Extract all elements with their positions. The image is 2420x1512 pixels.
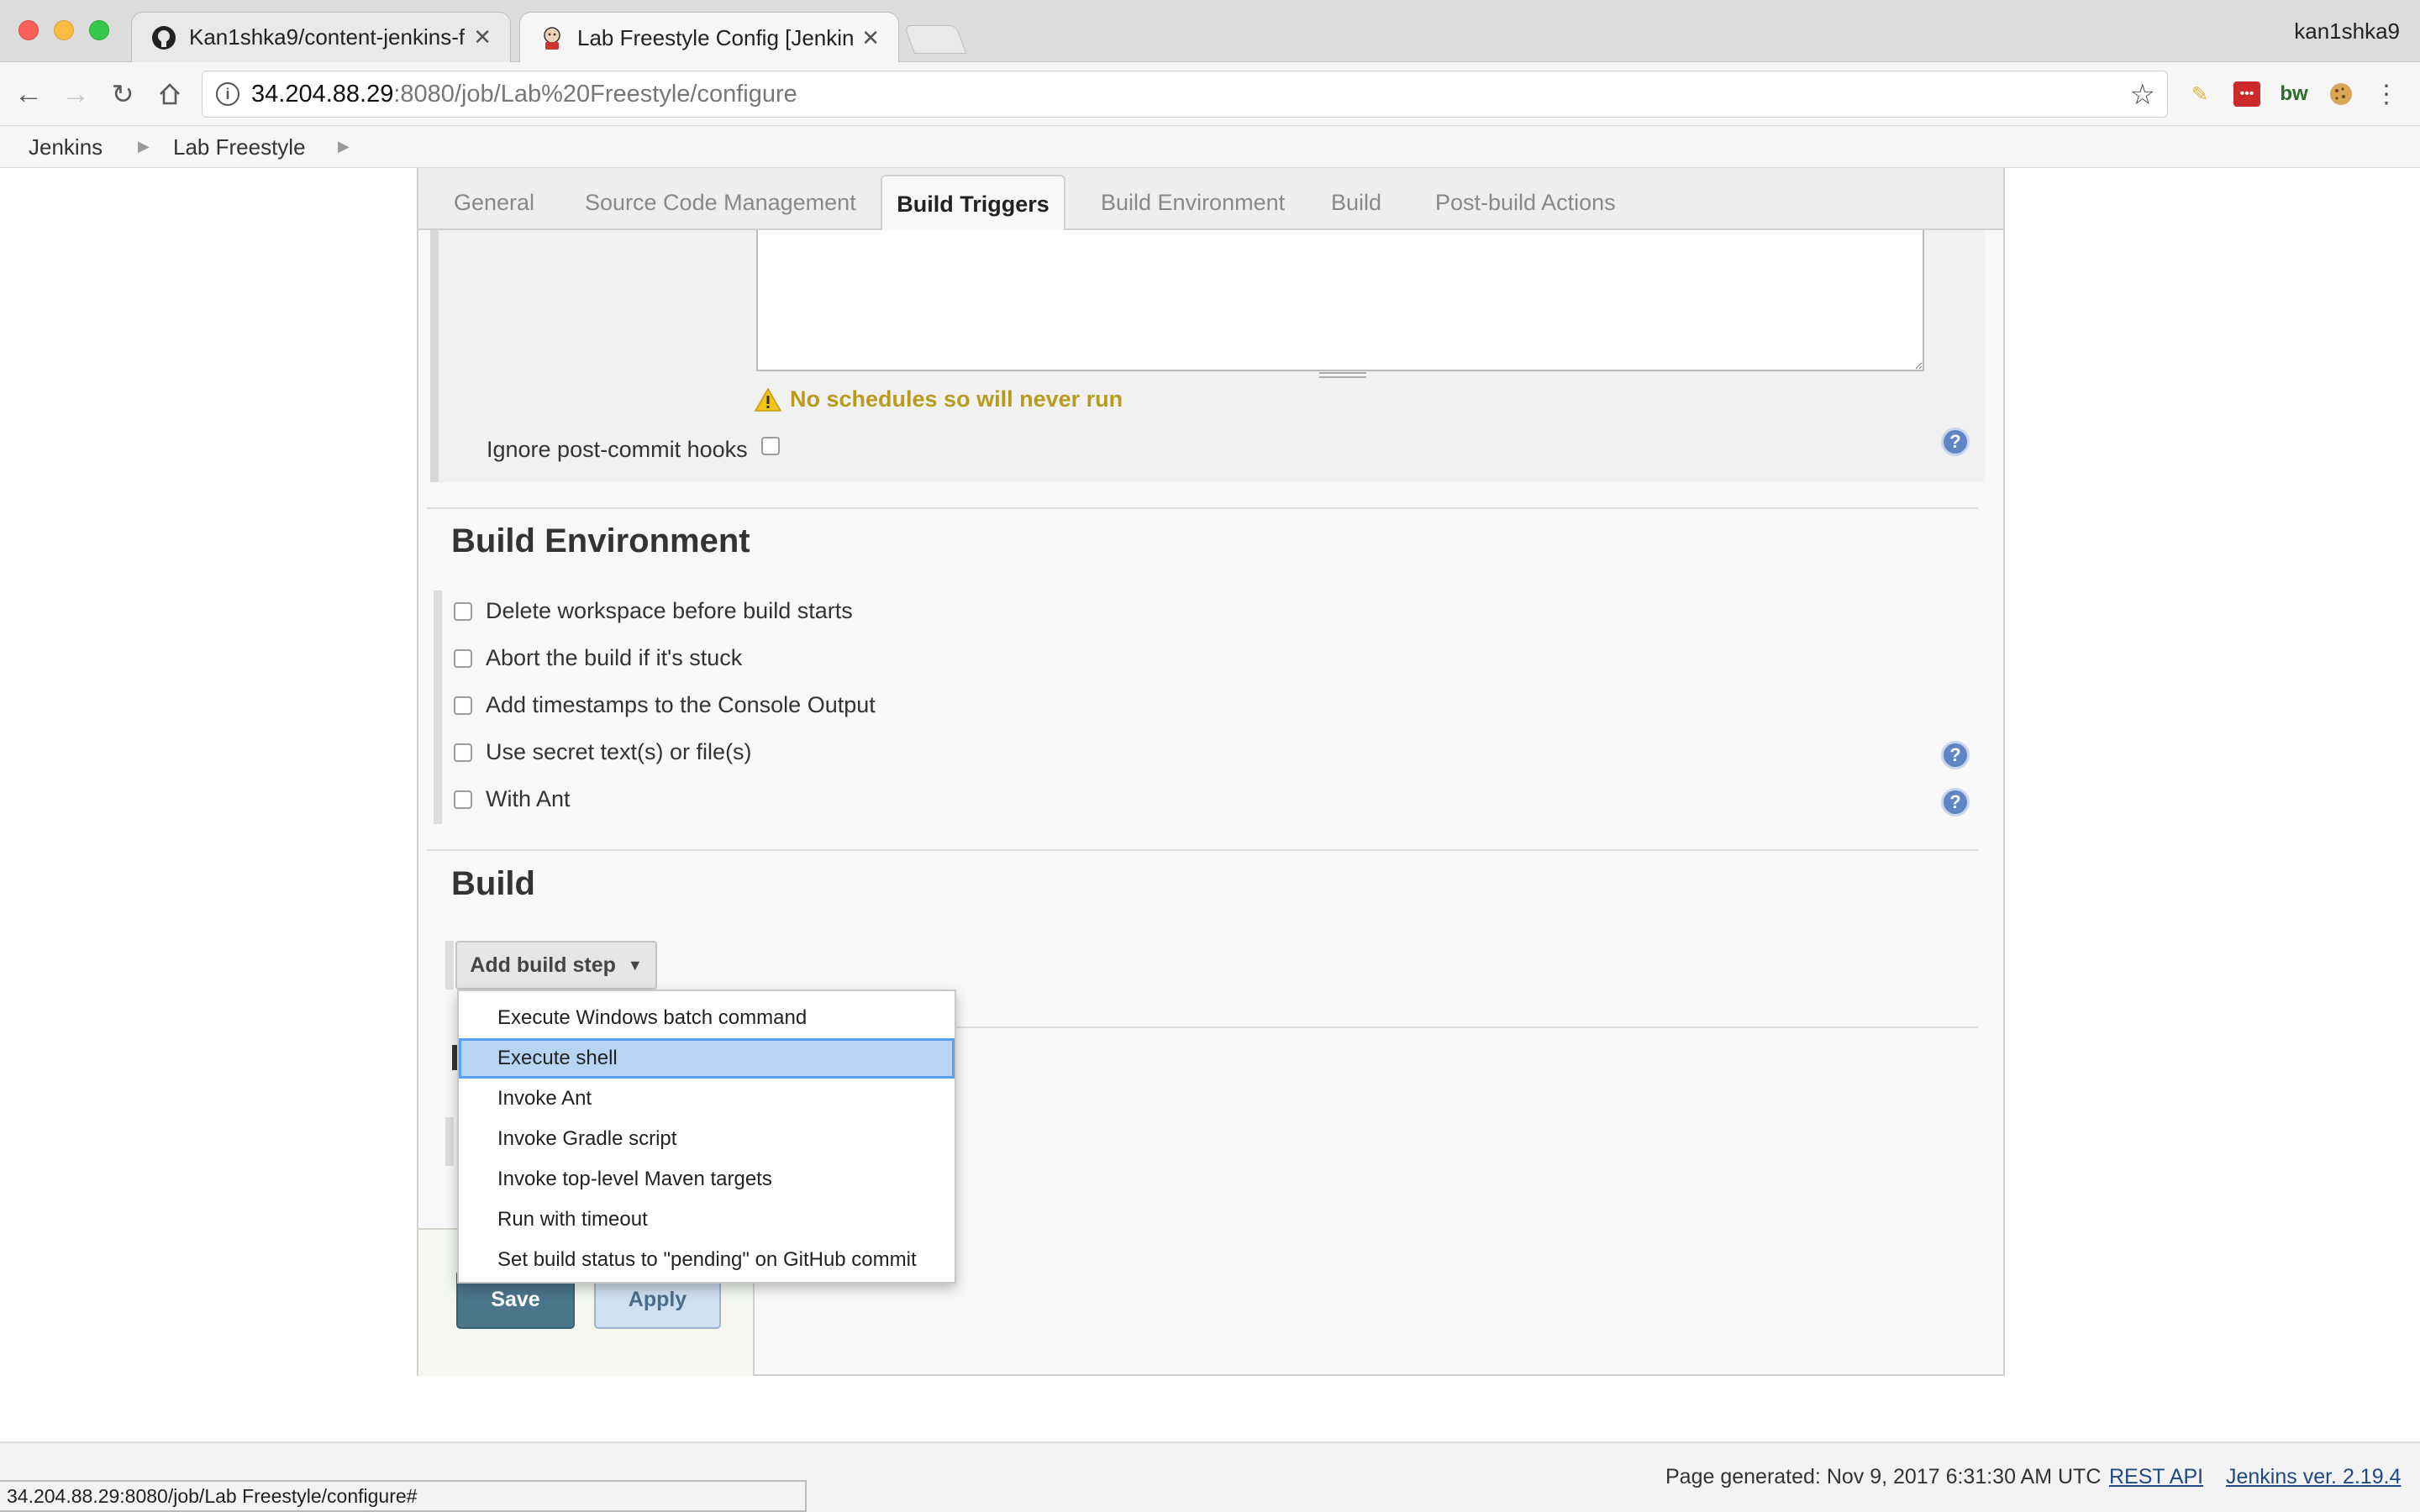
url-host: 34.204.88.29 xyxy=(251,80,394,108)
breadcrumb: Jenkins ▶ Lab Freestyle ▶ xyxy=(0,126,2420,168)
add-build-step-label: Add build step xyxy=(470,953,616,977)
help-icon[interactable]: ? xyxy=(1941,428,1970,456)
bookmark-star-icon[interactable]: ☆ xyxy=(2130,78,2155,112)
textarea-resize-grip[interactable] xyxy=(1319,372,1366,378)
env-option-with-ant[interactable]: With Ant xyxy=(454,786,571,812)
chevron-right-icon[interactable]: ▶ xyxy=(138,138,150,155)
close-tab-icon[interactable]: ✕ xyxy=(473,24,492,50)
tab-build[interactable]: Build xyxy=(1331,190,1381,216)
jenkins-version-link[interactable]: Jenkins ver. 2.19.4 xyxy=(2226,1465,2401,1489)
help-icon[interactable]: ? xyxy=(1941,741,1970,769)
schedule-warning: No schedules so will never run xyxy=(755,386,1123,412)
ignore-hooks-label: Ignore post-commit hooks xyxy=(487,437,748,462)
breadcrumb-jenkins[interactable]: Jenkins xyxy=(29,134,103,160)
breadcrumb-lab-freestyle[interactable]: Lab Freestyle xyxy=(173,134,306,160)
env-option-label: Abort the build if it's stuck xyxy=(486,645,743,670)
browser-tab-jenkins[interactable]: Lab Freestyle Config [Jenkins] ✕ xyxy=(519,12,899,63)
env-option-label: With Ant xyxy=(486,786,571,811)
url-path: :8080/job/Lab%20Freestyle/configure xyxy=(393,80,797,108)
env-option-abort-stuck[interactable]: Abort the build if it's stuck xyxy=(454,645,742,671)
rest-api-link[interactable]: REST API xyxy=(2109,1465,2203,1489)
page-generated-text: Page generated: Nov 9, 2017 6:31:30 AM U… xyxy=(1665,1465,2102,1488)
config-tabs: General Source Code Management Build Env… xyxy=(417,168,2005,230)
new-tab-button[interactable] xyxy=(903,25,967,54)
checkbox[interactable] xyxy=(454,743,472,762)
extension-bw-icon[interactable]: bw xyxy=(2279,79,2309,109)
back-icon[interactable]: ← xyxy=(12,77,45,111)
tab-title: Lab Freestyle Config [Jenkins] xyxy=(577,24,854,50)
chevron-right-icon[interactable]: ▶ xyxy=(338,138,350,155)
section-bar xyxy=(434,591,442,824)
forward-icon[interactable]: → xyxy=(59,77,92,111)
tab-build-environment[interactable]: Build Environment xyxy=(1101,190,1285,216)
section-divider xyxy=(955,1026,1978,1028)
browser-menu-icon[interactable]: ⋮ xyxy=(2371,79,2402,109)
address-bar[interactable]: i 34.204.88.29:8080/job/Lab%20Freestyle/… xyxy=(202,71,2168,118)
menu-item-run-with-timeout[interactable]: Run with timeout xyxy=(459,1200,955,1240)
browser-toolbar: ← → ↻ i 34.204.88.29:8080/job/Lab%20Free… xyxy=(0,62,2420,126)
tab-build-triggers[interactable]: Build Triggers xyxy=(881,175,1065,232)
menu-item-windows-batch[interactable]: Execute Windows batch command xyxy=(459,998,955,1038)
menu-item-invoke-gradle[interactable]: Invoke Gradle script xyxy=(459,1119,955,1159)
menu-item-invoke-ant[interactable]: Invoke Ant xyxy=(459,1079,955,1119)
browser-tab-github[interactable]: Kan1shka9/content-jenkins-fr ✕ xyxy=(131,12,511,62)
ignore-hooks-checkbox[interactable] xyxy=(761,437,780,455)
checkbox[interactable] xyxy=(454,696,472,715)
home-icon[interactable] xyxy=(153,77,187,111)
add-build-step-button[interactable]: Add build step ▼ xyxy=(455,941,657,990)
env-option-secret-text[interactable]: Use secret text(s) or file(s) xyxy=(454,739,752,765)
build-environment-heading: Build Environment xyxy=(451,522,750,559)
jenkins-icon xyxy=(539,24,566,51)
tab-title: Kan1shka9/content-jenkins-fr xyxy=(189,24,466,50)
reload-icon[interactable]: ↻ xyxy=(106,77,139,111)
env-option-delete-workspace[interactable]: Delete workspace before build starts xyxy=(454,598,853,624)
env-option-timestamps[interactable]: Add timestamps to the Console Output xyxy=(454,692,876,718)
section-divider xyxy=(427,849,1978,851)
extension-lastpass-icon[interactable]: ••• xyxy=(2232,79,2262,109)
schedule-textarea[interactable] xyxy=(756,230,1924,371)
tab-general[interactable]: General xyxy=(454,190,534,216)
caret-down-icon: ▼ xyxy=(627,956,643,974)
browser-status-bar: 34.204.88.29:8080/job/Lab Freestyle/conf… xyxy=(0,1480,807,1512)
warning-text: No schedules so will never run xyxy=(790,386,1123,412)
section-divider xyxy=(427,507,1978,509)
minimize-window-button[interactable] xyxy=(54,20,74,40)
checkbox[interactable] xyxy=(454,790,472,809)
checkbox[interactable] xyxy=(454,648,472,668)
github-icon xyxy=(150,24,177,51)
menu-item-maven-targets[interactable]: Invoke top-level Maven targets xyxy=(459,1159,955,1200)
env-option-label: Use secret text(s) or file(s) xyxy=(486,739,752,764)
info-icon[interactable]: i xyxy=(216,82,239,106)
browser-tab-bar: Kan1shka9/content-jenkins-fr ✕ Lab Frees… xyxy=(0,0,2420,63)
profile-name[interactable]: kan1shka9 xyxy=(2294,18,2400,45)
env-option-label: Delete workspace before build starts xyxy=(486,598,853,623)
extension-cookie-icon[interactable] xyxy=(2326,79,2356,109)
section-bar xyxy=(445,1117,454,1166)
tab-post-build-actions[interactable]: Post-build Actions xyxy=(1435,190,1616,216)
help-icon[interactable]: ? xyxy=(1941,788,1970,816)
extension-notes-icon[interactable]: ✎ xyxy=(2185,79,2215,109)
menu-item-execute-shell[interactable]: Execute shell xyxy=(459,1038,955,1079)
close-window-button[interactable] xyxy=(18,20,39,40)
tab-source-code-management[interactable]: Source Code Management xyxy=(585,190,856,216)
warning-icon xyxy=(755,386,781,412)
env-option-label: Add timestamps to the Console Output xyxy=(486,692,876,717)
build-heading: Build xyxy=(451,865,535,902)
checkbox[interactable] xyxy=(454,601,472,621)
close-tab-icon[interactable]: ✕ xyxy=(861,25,880,51)
build-step-menu: Execute Windows batch command Execute sh… xyxy=(457,990,956,1284)
maximize-window-button[interactable] xyxy=(89,20,109,40)
menu-item-github-pending-status[interactable]: Set build status to "pending" on GitHub … xyxy=(459,1240,955,1280)
